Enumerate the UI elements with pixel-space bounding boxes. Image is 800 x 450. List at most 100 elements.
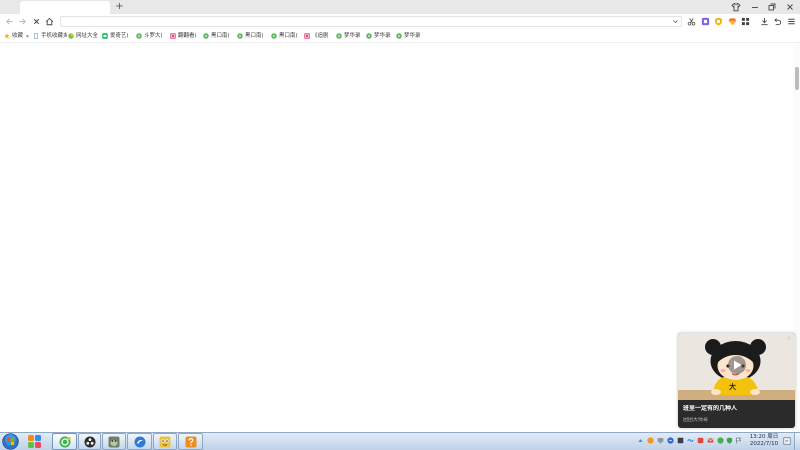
- tray-green-icon[interactable]: [716, 437, 724, 444]
- bookmark-item[interactable]: 斗罗大(: [136, 31, 163, 41]
- bookmark-label: 梦华录: [374, 33, 391, 39]
- pink-page-icon: [304, 33, 310, 39]
- apps-grid-icon[interactable]: [741, 17, 750, 26]
- taskbar-button-blue-app[interactable]: [127, 433, 152, 450]
- bookmark-item[interactable]: 翻翻看(: [170, 31, 197, 41]
- bookmark-label: 梦华录: [404, 33, 421, 39]
- phone-icon: [33, 33, 39, 39]
- taskbar-clock[interactable]: 13:20 周日 2022/7/10: [747, 434, 781, 448]
- tray-monitor-icon[interactable]: [657, 437, 664, 444]
- blush-left: [720, 369, 726, 372]
- tray-red-box-icon[interactable]: [707, 437, 714, 444]
- bookmark-label: 爱奇艺(: [110, 33, 129, 39]
- video-play-icon: [237, 33, 243, 39]
- hand-right: [750, 389, 760, 395]
- tray-shield-icon[interactable]: [726, 437, 733, 444]
- yellow-app-icon: [159, 436, 171, 447]
- gem-icon[interactable]: [728, 17, 737, 26]
- play-button[interactable]: [728, 356, 746, 374]
- taskbar-button-browser[interactable]: [52, 433, 77, 450]
- purple-app-icon-svg: [701, 17, 709, 26]
- undo-icon[interactable]: [773, 17, 782, 26]
- bookmark-label: 翻翻看(: [178, 33, 197, 39]
- bookmark-item[interactable]: 梦华录: [366, 31, 391, 41]
- video-play-icon: [396, 33, 402, 39]
- shirt-text: 大: [729, 382, 736, 391]
- tray-expand-icon[interactable]: [637, 437, 644, 444]
- new-tab-button[interactable]: +: [114, 0, 125, 13]
- forward-icon-svg: [18, 18, 26, 25]
- bookmark-label: 手机收藏夹: [41, 33, 67, 39]
- download-icon[interactable]: [760, 17, 769, 26]
- show-desktop-button[interactable]: [794, 433, 800, 450]
- address-bar-input[interactable]: [60, 16, 682, 27]
- tray-red-icon[interactable]: [697, 437, 704, 444]
- bookmark-item[interactable]: 《追剧: [304, 31, 329, 41]
- bookmark-item[interactable]: 梦华录: [336, 31, 361, 41]
- stop-icon[interactable]: [32, 17, 41, 26]
- close-icon[interactable]: [785, 2, 795, 12]
- taskbar-button-help[interactable]: [178, 433, 203, 450]
- colorful-app-icon[interactable]: [27, 434, 42, 449]
- notification-icon[interactable]: [783, 437, 791, 445]
- back-icon-svg: [5, 18, 13, 25]
- clock-time: 13:20 周日: [749, 434, 779, 440]
- scissors-icon-svg: [687, 18, 695, 26]
- obs-icon: [84, 436, 95, 447]
- tab-active[interactable]: [20, 1, 110, 14]
- tray-flag-icon[interactable]: [735, 437, 742, 444]
- orange-badge-icon[interactable]: [714, 17, 723, 26]
- apps-grid-icon-svg: [741, 17, 749, 26]
- tray-dark-icon[interactable]: [677, 437, 684, 444]
- bookmark-item[interactable]: 黑口南(: [271, 31, 298, 41]
- menu-icon-svg: [787, 18, 795, 25]
- close-icon[interactable]: [786, 335, 792, 341]
- taskbar-button-yellow-app[interactable]: [153, 433, 177, 450]
- iqiyi-icon: [102, 33, 108, 39]
- pink-page-icon: [170, 33, 176, 39]
- bookmark-item[interactable]: 黑口南(: [237, 31, 264, 41]
- video-play-icon: [271, 33, 277, 39]
- taskbar-button-obs[interactable]: [78, 433, 101, 450]
- restore-icon-svg: [768, 3, 776, 11]
- bookmark-site-nav[interactable]: 网址大全: [68, 31, 98, 41]
- taskbar-button-game[interactable]: [102, 433, 126, 450]
- tray-orange-icon[interactable]: [646, 437, 654, 444]
- scissors-icon[interactable]: [687, 17, 696, 26]
- tray-wave-icon[interactable]: [686, 437, 694, 444]
- purple-app-icon[interactable]: [701, 17, 710, 26]
- bookmark-favorites[interactable]: 收藏: [4, 31, 30, 41]
- game-icon: [108, 436, 120, 447]
- stop-icon-svg: [33, 18, 39, 25]
- chevron-down-icon[interactable]: [672, 18, 679, 25]
- bookmark-item[interactable]: 黑口南(: [203, 31, 230, 41]
- home-icon[interactable]: [45, 17, 54, 26]
- restore-icon[interactable]: [767, 2, 777, 12]
- tray-blue-icon[interactable]: [666, 437, 674, 444]
- bookmark-label: 黑口南(: [279, 33, 298, 39]
- video-title: 班里一定有的几种人: [683, 405, 738, 412]
- bookmark-mobile-favorites[interactable]: 手机收藏夹: [33, 31, 67, 41]
- menu-icon[interactable]: [787, 17, 796, 26]
- bookmark-label: 网址大全: [76, 33, 99, 39]
- windows-start-icon[interactable]: [2, 433, 19, 450]
- video-play-icon: [203, 33, 209, 39]
- star-icon: [4, 33, 10, 39]
- scrollbar-thumb[interactable]: [795, 67, 799, 90]
- close-icon-svg: [787, 4, 793, 10]
- back-icon[interactable]: [5, 17, 14, 26]
- bookmark-item[interactable]: 梦华录: [396, 31, 421, 41]
- video-play-icon: [366, 33, 372, 39]
- skin-icon-svg: [731, 2, 741, 12]
- chevron-down-icon: [25, 34, 30, 39]
- forward-icon[interactable]: [18, 17, 27, 26]
- video-thumbnail[interactable]: 大: [678, 333, 795, 400]
- minimize-icon-svg: [752, 7, 758, 8]
- taskbar: 13:20 周日 2022/7/10: [0, 432, 800, 450]
- video-popup-card[interactable]: 大 班里一定有的几种人 团团大师哥: [678, 333, 795, 428]
- download-icon-svg: [760, 17, 768, 26]
- video-thumbnail-image: 大: [678, 333, 795, 400]
- minimize-icon[interactable]: [750, 2, 760, 12]
- bookmark-item[interactable]: 爱奇艺(: [102, 31, 129, 41]
- skin-icon[interactable]: [731, 2, 741, 12]
